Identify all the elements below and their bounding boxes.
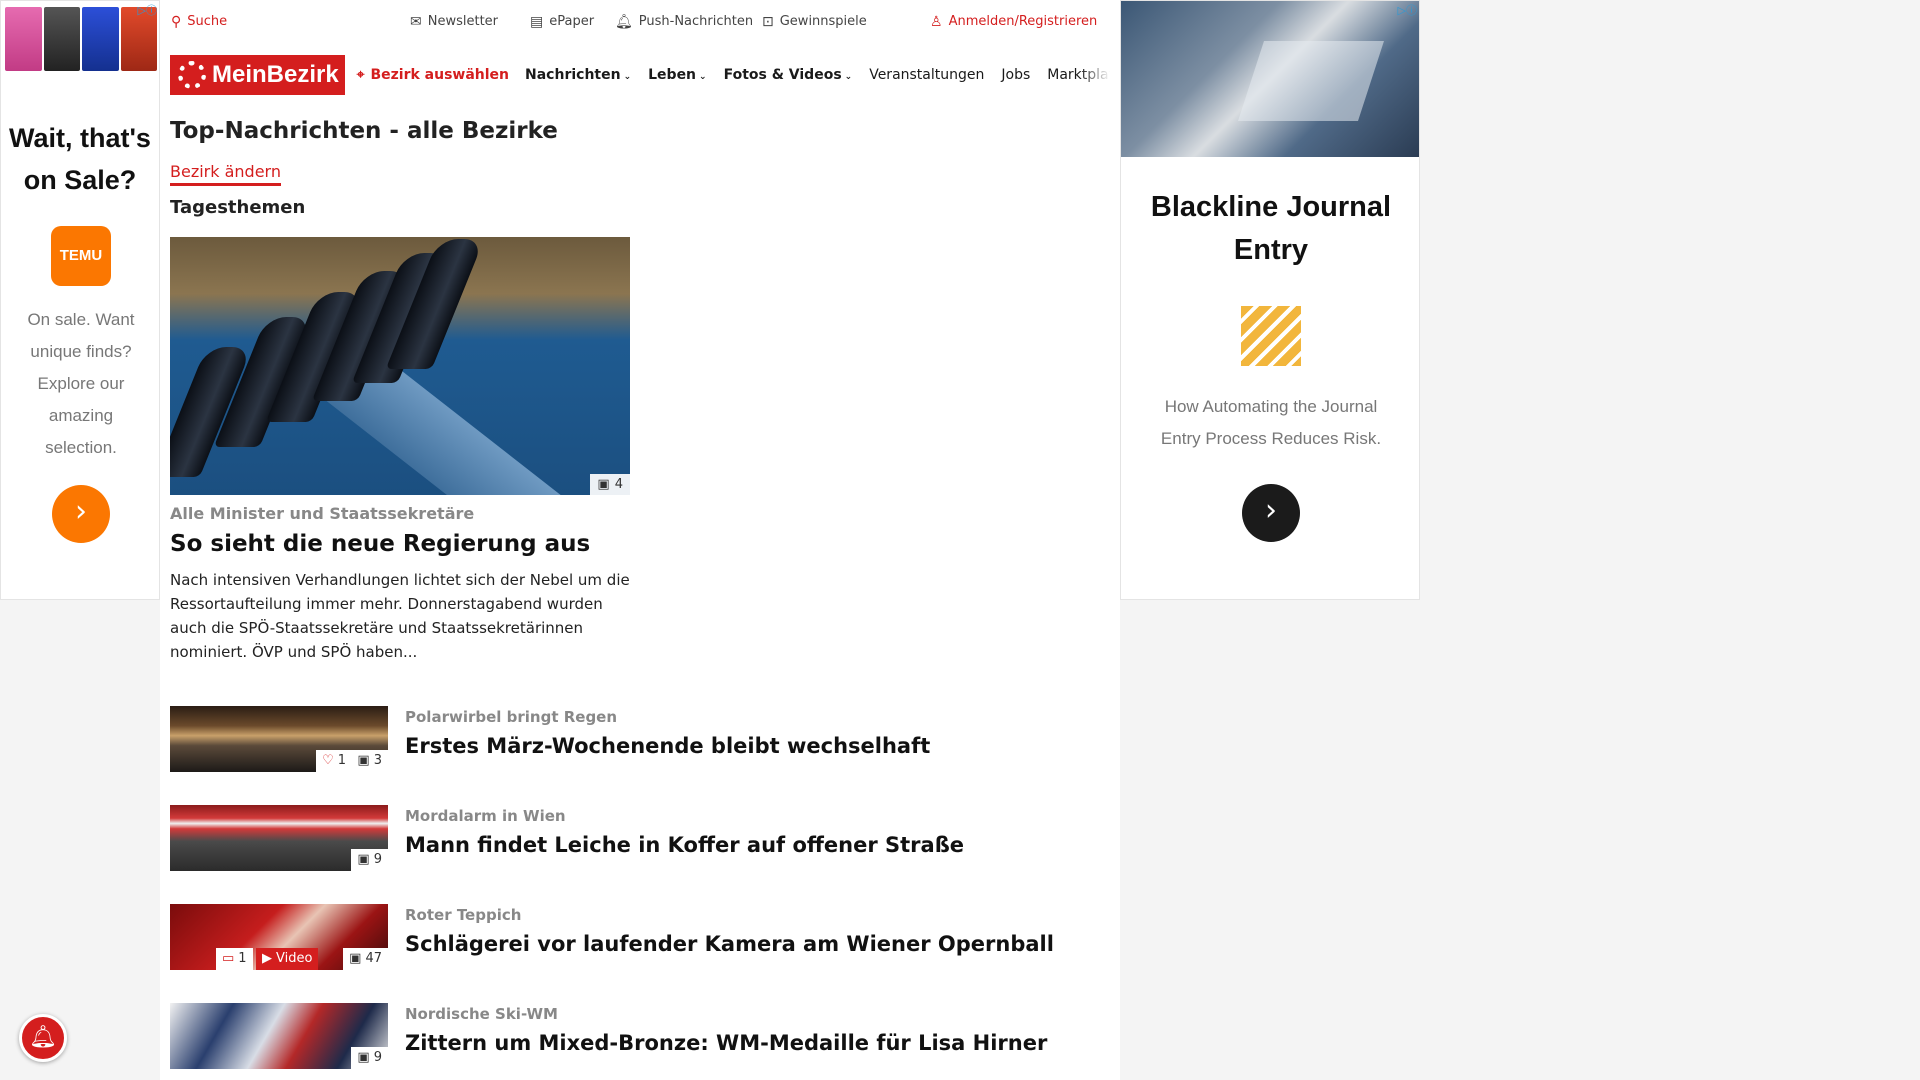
hero-title[interactable]: So sieht die neue Regierung aus <box>170 531 590 557</box>
nav-item-leben[interactable]: Leben ⌄ <box>648 67 706 83</box>
newspaper-icon: ▤ <box>530 13 544 30</box>
ad-body-text: How Automating the Journal Entry Process… <box>1160 397 1382 448</box>
news-item[interactable]: ▣ 9 Nordische Ski-WM Zittern um Mixed-Bro… <box>170 1003 1110 1071</box>
ad-body-text: On sale. Want unique finds? Explore our … <box>27 310 135 457</box>
search-icon: ⚲ <box>171 13 182 30</box>
main-navigation: MeinBezirk ⌖ Bezirk auswählen Nachrichte… <box>170 54 1110 96</box>
news-thumbnail: ▣ 9 <box>170 805 388 871</box>
bezirk-select-button[interactable]: ⌖ Bezirk auswählen <box>357 67 509 83</box>
bell-icon: 🔔︎ <box>615 13 633 30</box>
ad-photo[interactable] <box>1121 1 1419 157</box>
comments-badge: ▭ 1 <box>216 948 253 970</box>
hero-teaser: Nach intensiven Verhandlungen lichtet si… <box>170 571 630 661</box>
top-utility-bar: ⚲ Suche ✉ Newsletter ▤ ePaper 🔔︎ Push-Na… <box>170 0 1110 46</box>
chevron-down-icon: ⌄ <box>623 72 632 82</box>
section-title: Tagesthemen <box>170 197 306 218</box>
ad-product-images[interactable] <box>5 7 157 71</box>
newsletter-link[interactable]: ✉ Newsletter <box>410 14 498 29</box>
user-icon: ♙ <box>930 13 943 30</box>
ad-choices-icon[interactable]: ▷ⓘ <box>1398 2 1417 18</box>
logo-mark-icon <box>178 61 206 89</box>
contests-link[interactable]: ⊡ Gewinnspiele <box>762 14 867 29</box>
news-title[interactable]: Schlägerei vor laufender Kamera am Wiene… <box>405 932 1054 956</box>
news-title[interactable]: Zittern um Mixed-Bronze: WM-Medaille für… <box>405 1031 1047 1055</box>
news-kicker: Roter Teppich <box>405 906 522 924</box>
news-thumbnail: ▭ 1 ▶ Video ▣ 47 <box>170 904 388 970</box>
likes-badge: ♡ 1 <box>316 750 352 772</box>
temu-logo: TEMU <box>51 226 111 286</box>
news-thumbnail: ♡ 1 ▣ 3 <box>170 706 388 772</box>
news-kicker: Nordische Ski-WM <box>405 1005 558 1023</box>
blackline-logo <box>1241 306 1301 366</box>
news-kicker: Mordalarm in Wien <box>405 807 566 825</box>
image-gallery-icon: ▣ <box>357 852 370 867</box>
news-kicker: Polarwirbel bringt Regen <box>405 708 618 726</box>
image-gallery-icon: ▣ <box>349 951 362 966</box>
image-count-badge: ▣ 47 <box>343 948 388 970</box>
chevron-right-icon: › <box>1265 493 1277 528</box>
chevron-down-icon: ⌄ <box>844 72 853 82</box>
push-notifications-link[interactable]: 🔔︎ Push-Nachrichten <box>615 14 753 29</box>
nav-item-jobs[interactable]: Jobs <box>1001 67 1030 83</box>
change-bezirk-link[interactable]: Bezirk ändern <box>170 162 281 186</box>
bell-icon: 🔔︎ <box>29 1025 57 1050</box>
ad-headline: Blackline Journal Entry <box>1150 191 1392 266</box>
news-thumbnail: ▣ 9 <box>170 1003 388 1069</box>
ad-cta-button[interactable]: › <box>1242 484 1300 542</box>
nav-item-veranstaltungen[interactable]: Veranstaltungen <box>869 67 984 83</box>
ad-headline: Wait, that's on Sale? <box>9 123 151 195</box>
image-count-badge: ▣ 9 <box>351 849 388 871</box>
image-count-badge: ▣ 9 <box>351 1047 388 1069</box>
ad-choices-icon[interactable]: ▷ⓘ <box>138 2 157 18</box>
chevron-right-icon: › <box>75 494 87 529</box>
notification-bell-button[interactable]: 🔔︎ <box>19 1014 67 1062</box>
right-ad-banner[interactable]: ▷ⓘ Blackline Journal Entry How Automatin… <box>1120 0 1420 600</box>
ad-cta-button[interactable]: › <box>52 485 110 543</box>
login-register-link[interactable]: ♙ Anmelden/Registrieren <box>930 14 1097 29</box>
heart-icon: ♡ <box>322 753 334 768</box>
epaper-link[interactable]: ▤ ePaper <box>530 14 594 29</box>
image-gallery-icon: ▣ <box>357 753 370 768</box>
main-content: ⚲ Suche ✉ Newsletter ▤ ePaper 🔔︎ Push-Na… <box>160 0 1120 1080</box>
video-badge: ▶ Video <box>256 948 319 970</box>
image-gallery-icon: ▣ <box>357 1050 370 1065</box>
hero-image[interactable]: ▣ 4 <box>170 237 630 495</box>
left-ad-banner[interactable]: ▷ⓘ Wait, that's on Sale? TEMU On sale. W… <box>0 0 160 600</box>
nav-item-fotos-videos[interactable]: Fotos & Videos ⌄ <box>724 67 853 83</box>
nav-item-nachrichten[interactable]: Nachrichten ⌄ <box>525 67 631 83</box>
news-item[interactable]: ▭ 1 ▶ Video ▣ 47 Roter Teppich Schlägerei v… <box>170 904 1110 972</box>
nav-fade-overlay <box>1080 54 1110 96</box>
news-title[interactable]: Mann findet Leiche in Koffer auf offener… <box>405 833 964 857</box>
gift-icon: ⊡ <box>762 13 774 30</box>
comment-icon: ▭ <box>222 951 235 966</box>
hero-kicker: Alle Minister und Staatssekretäre <box>170 504 475 523</box>
chevron-down-icon: ⌄ <box>699 72 707 82</box>
search-link[interactable]: ⚲ Suche <box>171 14 227 29</box>
mail-icon: ✉ <box>410 13 422 30</box>
nav-menu: Nachrichten ⌄ Leben ⌄ Fotos & Videos ⌄ Vera… <box>525 67 1110 83</box>
hero-image-count-badge: ▣ 4 <box>590 474 630 495</box>
site-logo[interactable]: MeinBezirk <box>170 55 345 95</box>
location-pin-icon: ⌖ <box>356 67 365 83</box>
news-item[interactable]: ▣ 9 Mordalarm in Wien Mann findet Leiche … <box>170 805 1110 873</box>
image-gallery-icon: ▣ <box>597 477 610 492</box>
news-title[interactable]: Erstes März-Wochenende bleibt wechselhaf… <box>405 734 930 758</box>
news-item[interactable]: ♡ 1 ▣ 3 Polarwirbel bringt Regen Erstes Mä… <box>170 706 1110 774</box>
page-title: Top-Nachrichten - alle Bezirke <box>170 118 558 144</box>
play-icon: ▶ <box>262 951 272 966</box>
image-count-badge: ▣ 3 <box>351 750 388 772</box>
